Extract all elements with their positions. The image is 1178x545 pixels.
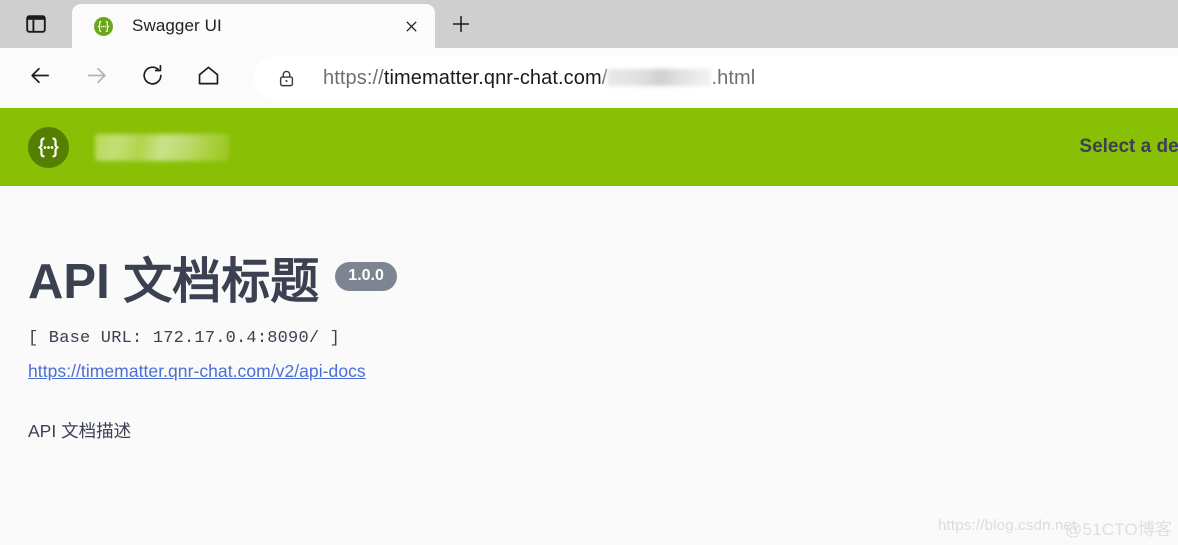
back-button[interactable] [18, 56, 62, 100]
api-docs-link[interactable]: https://timematter.qnr-chat.com/v2/api-d… [28, 361, 366, 382]
browser-chrome: Swagger UI https://timematter.qnr-chat.c… [0, 0, 1178, 108]
home-button[interactable] [186, 56, 230, 100]
watermark-51cto: @51CTO博客 [1065, 520, 1173, 539]
url-scheme: https:// [323, 66, 384, 89]
arrow-left-icon [28, 63, 53, 93]
browser-toolbar: https://timematter.qnr-chat.com/.html [0, 48, 1178, 108]
reload-icon [140, 63, 165, 93]
forward-button[interactable] [74, 56, 118, 100]
watermark-csdn: https://blog.csdn.net [938, 517, 1077, 534]
address-bar[interactable]: https://timematter.qnr-chat.com/.html [254, 56, 1178, 100]
close-icon[interactable] [397, 12, 425, 40]
home-icon [196, 63, 221, 93]
url-tail: .html [711, 66, 756, 89]
url-redacted-segment [607, 68, 712, 86]
page-title: API 文档标题 [28, 255, 320, 309]
tab-strip: Swagger UI [0, 0, 1178, 48]
swagger-topbar: Select a definition [0, 108, 1178, 186]
swagger-ui-page: Select a definition API 文档标题 1.0.0 [ Bas… [0, 108, 1178, 545]
address-bar-url: https://timematter.qnr-chat.com/.html [323, 67, 755, 90]
select-definition-label: Select a definition [1079, 136, 1178, 157]
browser-tab[interactable]: Swagger UI [72, 4, 435, 48]
url-host: timematter.qnr-chat.com [383, 66, 602, 89]
swagger-braces-icon[interactable] [28, 126, 69, 168]
swagger-braces-icon [94, 16, 113, 36]
page-title-row: API 文档标题 1.0.0 [28, 256, 1178, 309]
arrow-right-icon [84, 63, 109, 93]
version-badge: 1.0.0 [335, 261, 397, 291]
reload-button[interactable] [130, 56, 174, 100]
split-screen-button[interactable] [0, 4, 72, 48]
swagger-info-block: API 文档标题 1.0.0 [ Base URL: 172.17.0.4:80… [0, 186, 1178, 443]
base-url: [ Base URL: 172.17.0.4:8090/ ] [28, 328, 341, 348]
tab-title: Swagger UI [132, 16, 222, 35]
plus-icon [450, 13, 472, 40]
split-screen-icon [25, 13, 47, 40]
new-tab-button[interactable] [435, 4, 487, 48]
swagger-logo-wordmark [95, 133, 229, 161]
api-description: API 文档描述 [28, 420, 132, 441]
lock-icon[interactable] [276, 68, 297, 89]
